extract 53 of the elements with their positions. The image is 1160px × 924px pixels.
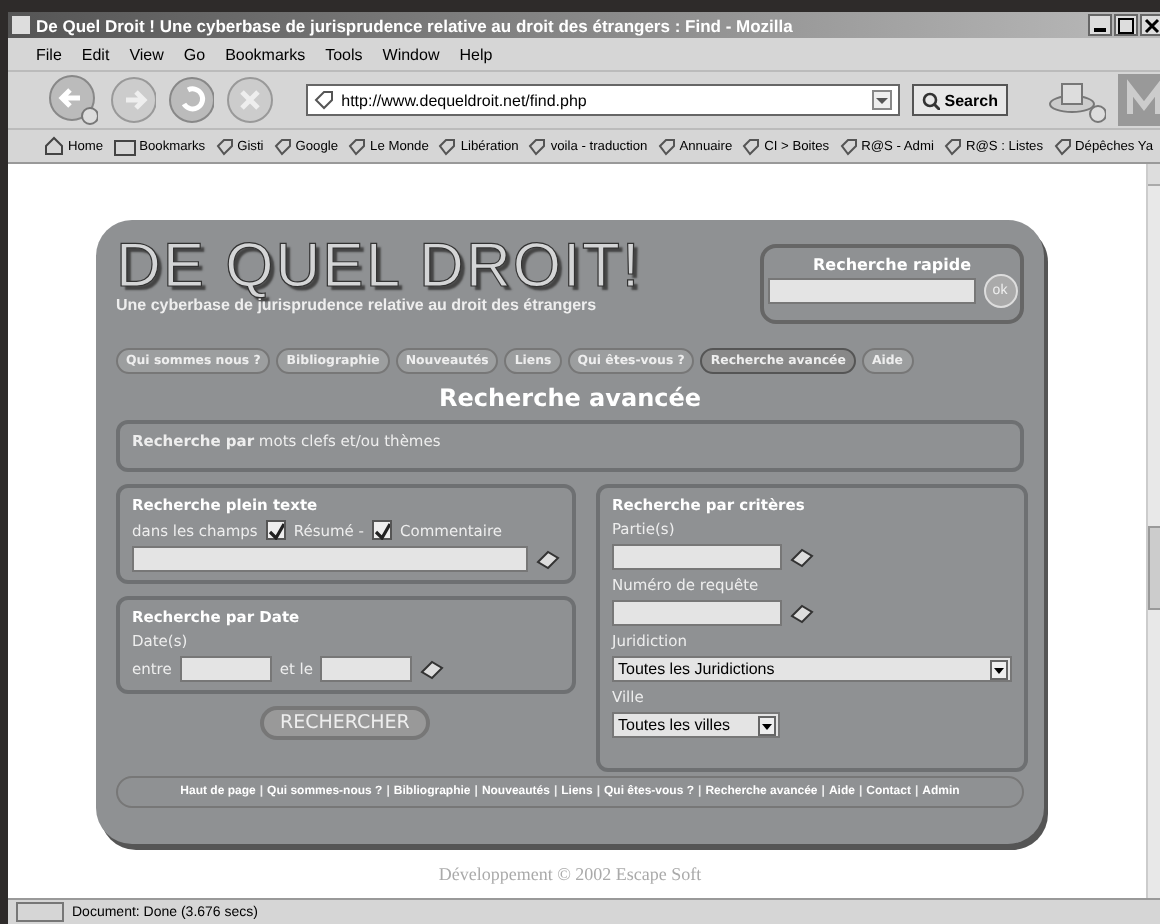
maximize-icon [1118,17,1134,33]
start-date-field[interactable] [179,656,272,682]
close-button[interactable] [1140,14,1160,36]
minimize-button[interactable] [1088,14,1112,36]
folder-icon [113,137,136,155]
checkbox[interactable] [372,520,393,540]
page-heading: Recherche avancée [436,384,703,412]
bookmark-icon [943,137,962,155]
bookmark-icon [438,137,457,155]
end-date-field[interactable] [320,656,413,682]
menu-item[interactable]: Bookmarks [225,45,306,63]
search-button[interactable]: Search [912,84,1008,116]
bookmark-icon [528,137,547,155]
menu-item[interactable]: Go [183,45,206,63]
quick-search-field[interactable] [767,278,975,304]
window-title: De Quel Droit ! Une cyberbase de jurisprudence relative au droit des étrangers : Find - Mozilla [36,15,795,35]
checkbox[interactable] [265,520,286,540]
close-icon [1144,17,1160,33]
stop-icon[interactable] [226,76,274,124]
request-number-field[interactable] [612,600,782,626]
bookmark-icon [215,137,234,155]
menu-item[interactable]: Edit [81,45,110,63]
bookmark-icon [657,137,676,155]
search-icon [922,91,941,109]
bookmark-icon [1053,137,1072,155]
site-logo: DE QUEL DROIT! [116,236,642,296]
menu-item[interactable]: Help [459,45,493,63]
credit-text: Développement © 2002 Escape Soft [436,864,704,884]
back-icon[interactable] [48,74,99,126]
address-field[interactable]: http://www.dequeldroit.net/find.php [305,84,901,116]
forward-icon[interactable] [110,76,157,124]
site-tagline: Une cyberbase de jurisprudence relative au droit des étrangers [116,296,599,314]
dropdown-icon[interactable] [872,90,893,110]
bookmark-icon [839,137,858,155]
home-icon [44,136,64,156]
jurisdiction-select[interactable]: Toutes les Juridictions [612,656,1012,682]
maximize-button[interactable] [1114,14,1138,36]
parties-field[interactable] [612,544,782,570]
menu-item[interactable]: Tools [325,45,363,63]
quick-search-title: Recherche rapide [812,256,971,274]
fulltext-field[interactable] [132,546,528,572]
dropdown-icon [758,715,776,735]
menu-item[interactable]: Window [382,45,440,63]
menu-item[interactable]: View [129,45,164,63]
city-select[interactable]: Toutes les villes [612,712,780,738]
bookmark-icon [273,137,292,155]
menu-item[interactable]: File [36,45,62,63]
bookmark-icon [742,137,761,155]
dropdown-icon [990,659,1008,679]
minimize-icon [1094,28,1106,32]
reload-icon[interactable] [168,76,215,124]
app-icon [12,16,30,34]
bookmark-icon [348,137,367,155]
